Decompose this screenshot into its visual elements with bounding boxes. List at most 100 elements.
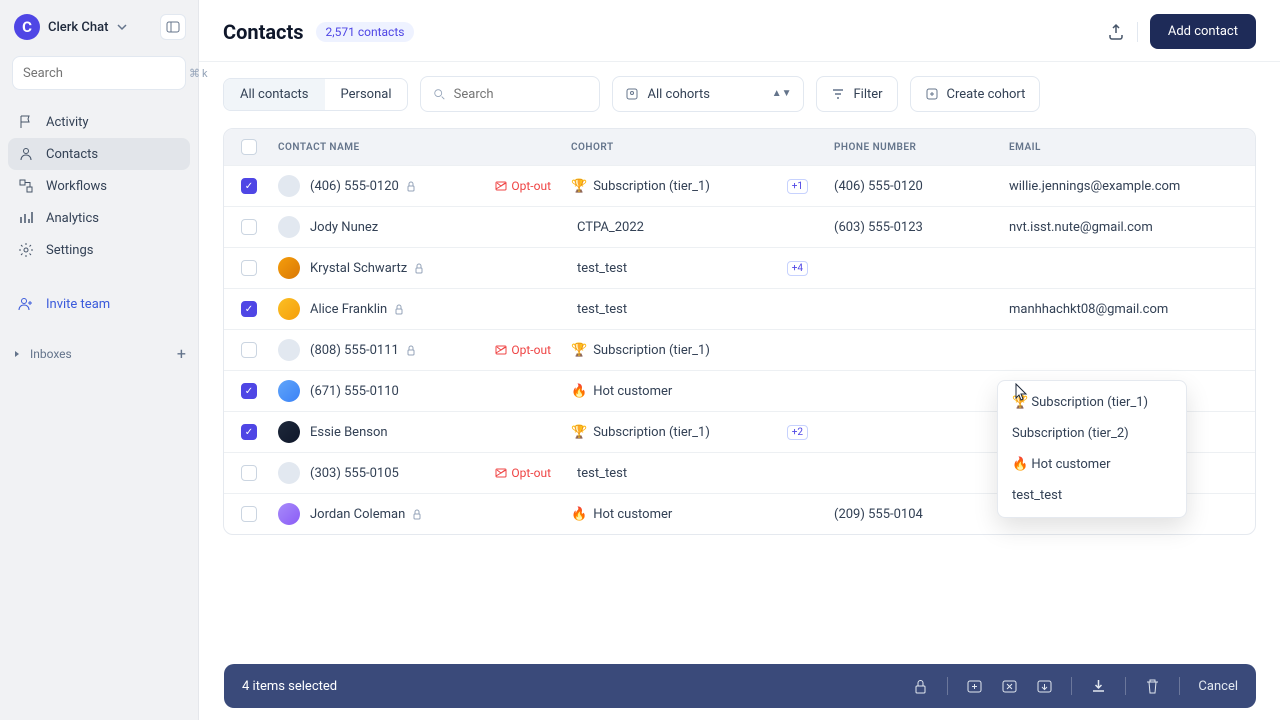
table-row[interactable]: (406) 555-0120Opt-out🏆Subscription (tier… (224, 165, 1255, 206)
sidebar-collapse-button[interactable] (160, 14, 186, 40)
select-all-checkbox[interactable] (241, 139, 257, 155)
phone-cell: (603) 555-0123 (834, 220, 1009, 235)
cohort-select-value: All cohorts (647, 87, 710, 102)
phone-cell: (406) 555-0120 (834, 179, 1009, 194)
table-row[interactable]: (808) 555-0111Opt-out🏆Subscription (tier… (224, 329, 1255, 370)
email-cell: manhhachkt08@gmail.com (1009, 302, 1255, 317)
cohort-more-badge[interactable]: +4 (787, 261, 808, 276)
row-checkbox[interactable] (241, 465, 257, 481)
sidebar-search-input[interactable] (23, 66, 189, 81)
contact-name: Jody Nunez (310, 220, 378, 235)
move-cohort-icon[interactable] (1036, 678, 1053, 695)
add-contact-button[interactable]: Add contact (1150, 14, 1256, 49)
download-icon[interactable] (1090, 678, 1107, 695)
filter-label: Filter (853, 87, 882, 102)
nav-label: Analytics (46, 211, 99, 226)
page-title: Contacts (223, 20, 304, 44)
row-checkbox[interactable] (241, 260, 257, 276)
cohort-more-badge[interactable]: +1 (787, 179, 808, 194)
cohort-select[interactable]: All cohorts ▲▼ (612, 76, 804, 112)
cohort-more-badge[interactable]: +2 (787, 425, 808, 440)
row-checkbox[interactable] (241, 178, 257, 194)
popover-item[interactable]: test_test (998, 480, 1186, 511)
col-header-email[interactable]: Email (1009, 142, 1255, 153)
col-header-cohort[interactable]: Cohort (571, 142, 834, 153)
nav-item-activity[interactable]: Activity (8, 106, 190, 138)
col-header-phone[interactable]: Phone Number (834, 142, 1009, 153)
row-checkbox[interactable] (241, 219, 257, 235)
add-inbox-button[interactable]: + (177, 344, 186, 363)
popover-item[interactable]: 🔥 Hot customer (998, 449, 1186, 480)
create-cohort-button[interactable]: Create cohort (910, 76, 1041, 112)
contact-name: Alice Franklin (310, 302, 387, 317)
delete-icon[interactable] (1144, 678, 1161, 695)
row-checkbox[interactable] (241, 506, 257, 522)
lock-icon (413, 262, 425, 274)
panel-icon (166, 20, 180, 34)
main-nav: Activity Contacts Workflows Analytics Settin… (0, 96, 198, 276)
nav-label: Contacts (46, 147, 98, 162)
optout-icon (495, 180, 507, 192)
tab-personal[interactable]: Personal (325, 79, 408, 110)
avatar (278, 175, 300, 197)
inboxes-label: Inboxes (30, 347, 72, 361)
avatar (278, 503, 300, 525)
remove-cohort-icon[interactable] (1001, 678, 1018, 695)
row-checkbox[interactable] (241, 383, 257, 399)
cohort-name: CTPA_2022 (577, 220, 644, 235)
invite-icon (18, 296, 34, 312)
contact-name: (671) 555-0110 (310, 384, 399, 399)
inboxes-row[interactable]: Inboxes + (0, 332, 198, 375)
cohort-name: test_test (577, 302, 627, 317)
cohort-popover: 🏆 Subscription (tier_1)Subscription (tie… (997, 380, 1187, 518)
table-search[interactable] (420, 76, 600, 112)
export-icon[interactable] (1107, 23, 1125, 41)
tab-all-contacts[interactable]: All contacts (224, 79, 325, 110)
nav-item-settings[interactable]: Settings (8, 234, 190, 266)
invite-team-label: Invite team (46, 297, 110, 312)
triangle-right-icon (12, 349, 22, 359)
cohort-name: Hot customer (593, 384, 672, 399)
row-checkbox[interactable] (241, 424, 257, 440)
divider (947, 677, 948, 695)
cohort-name: test_test (577, 261, 627, 276)
row-checkbox[interactable] (241, 342, 257, 358)
optout-badge: Opt-out (495, 179, 551, 193)
avatar (278, 462, 300, 484)
page-header: Contacts 2,571 contacts Add contact (199, 0, 1280, 62)
lock-icon[interactable] (912, 678, 929, 695)
lock-icon (393, 303, 405, 315)
search-icon (433, 87, 445, 101)
selection-bar: 4 items selected Cancel (224, 664, 1256, 708)
popover-item[interactable]: 🏆 Subscription (tier_1) (998, 387, 1186, 418)
flow-icon (18, 178, 34, 194)
nav-item-analytics[interactable]: Analytics (8, 202, 190, 234)
workspace-switcher[interactable]: C Clerk Chat (0, 0, 198, 50)
lock-icon (405, 180, 417, 192)
table-row[interactable]: Jody NunezCTPA_2022(603) 555-0123nvt.iss… (224, 206, 1255, 247)
sidebar-search[interactable]: ⌘k (12, 56, 186, 90)
nav-item-contacts[interactable]: Contacts (8, 138, 190, 170)
table-row[interactable]: Alice Franklin test_test manhhachkt08@gmai… (224, 288, 1255, 329)
add-cohort-icon[interactable] (966, 678, 983, 695)
filter-button[interactable]: Filter (816, 76, 897, 112)
table-search-input[interactable] (454, 87, 588, 102)
cohort-icon (625, 87, 639, 101)
popover-item[interactable]: Subscription (tier_2) (998, 418, 1186, 449)
phone-cell: (209) 555-0104 (834, 507, 1009, 522)
nav-item-workflows[interactable]: Workflows (8, 170, 190, 202)
cohort-emoji: 🏆 (571, 425, 587, 440)
cohort-emoji: 🔥 (571, 507, 587, 522)
avatar (278, 421, 300, 443)
contact-name: (303) 555-0105 (310, 466, 399, 481)
divider (1071, 677, 1072, 695)
table-row[interactable]: Krystal Schwartztest_test+4 (224, 247, 1255, 288)
row-checkbox[interactable] (241, 301, 257, 317)
contact-name: (808) 555-0111 (310, 343, 399, 358)
invite-team-button[interactable]: Invite team (8, 288, 190, 320)
avatar (278, 298, 300, 320)
cancel-button[interactable]: Cancel (1198, 679, 1238, 694)
lock-icon (405, 344, 417, 356)
contact-name: Jordan Coleman (310, 507, 405, 522)
col-header-name[interactable]: Contact Name (274, 142, 571, 153)
